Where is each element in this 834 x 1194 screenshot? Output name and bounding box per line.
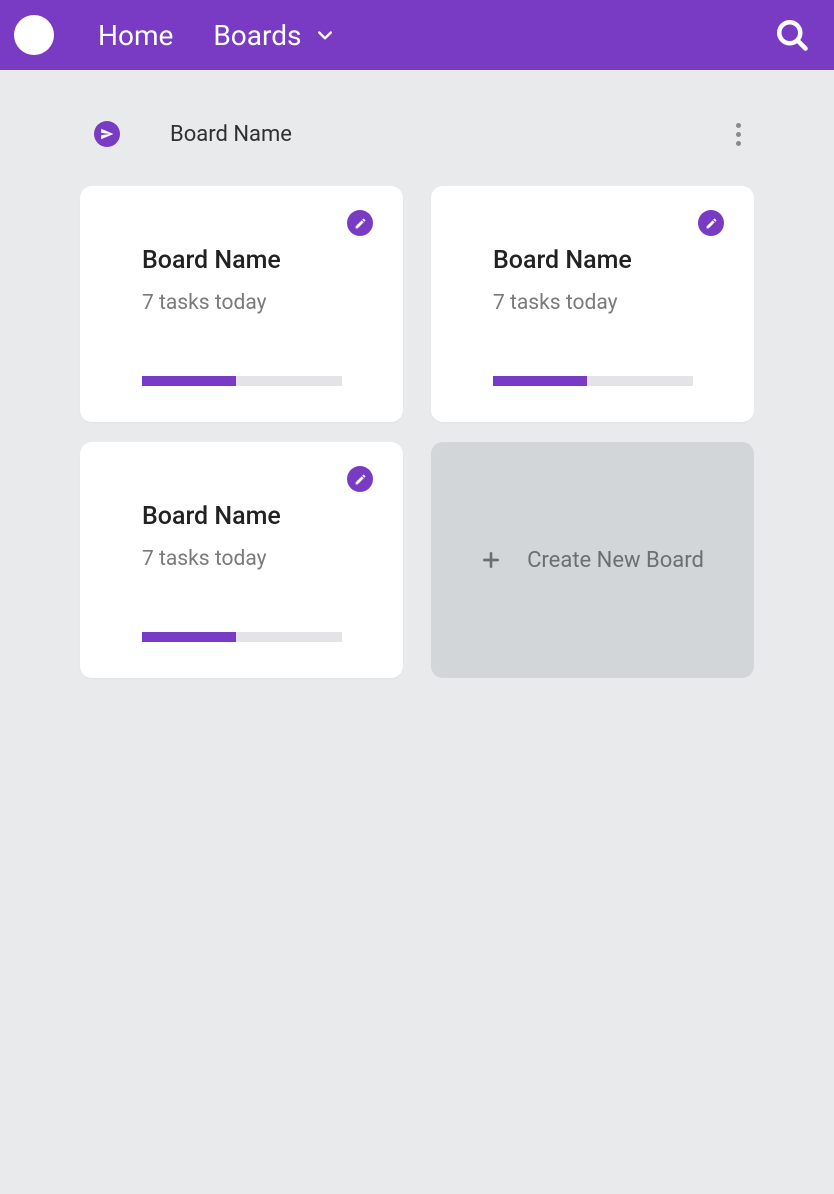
edit-board-button[interactable] [347, 466, 373, 492]
create-board-card[interactable]: Create New Board [431, 442, 754, 678]
paper-plane-icon [94, 121, 120, 147]
board-progress-track [142, 376, 342, 386]
board-subtitle: 7 tasks today [493, 291, 692, 315]
edit-board-button[interactable] [347, 210, 373, 236]
search-button[interactable] [770, 13, 814, 57]
pencil-icon [705, 217, 718, 230]
board-card[interactable]: Board Name 7 tasks today [431, 186, 754, 422]
board-title: Board Name [142, 246, 341, 275]
pencil-icon [354, 217, 367, 230]
board-subtitle: 7 tasks today [142, 547, 341, 571]
more-options-button[interactable] [724, 120, 752, 148]
pencil-icon [354, 473, 367, 486]
board-title: Board Name [493, 246, 692, 275]
search-icon [774, 17, 810, 53]
create-board-label: Create New Board [527, 548, 704, 573]
avatar[interactable] [14, 15, 54, 55]
board-subtitle: 7 tasks today [142, 291, 341, 315]
nav-boards[interactable]: Boards [213, 19, 335, 52]
chevron-down-icon [315, 25, 335, 45]
section-title: Board Name [170, 122, 724, 147]
board-progress-fill [142, 376, 236, 386]
nav-boards-label: Boards [213, 19, 301, 52]
board-progress-track [493, 376, 693, 386]
section-header: Board Name [80, 110, 754, 158]
nav-items: Home Boards [98, 19, 335, 52]
boards-grid: Board Name 7 tasks today Board Name 7 ta… [80, 186, 754, 678]
board-title: Board Name [142, 502, 341, 531]
more-vertical-icon [736, 123, 741, 146]
content-area: Board Name Board Name 7 tasks today Boar… [0, 70, 834, 678]
board-progress-fill [493, 376, 587, 386]
board-progress-fill [142, 632, 236, 642]
top-navbar: Home Boards [0, 0, 834, 70]
board-progress-track [142, 632, 342, 642]
edit-board-button[interactable] [698, 210, 724, 236]
nav-home[interactable]: Home [98, 19, 173, 52]
board-card[interactable]: Board Name 7 tasks today [80, 442, 403, 678]
board-card[interactable]: Board Name 7 tasks today [80, 186, 403, 422]
plus-icon [481, 550, 501, 570]
